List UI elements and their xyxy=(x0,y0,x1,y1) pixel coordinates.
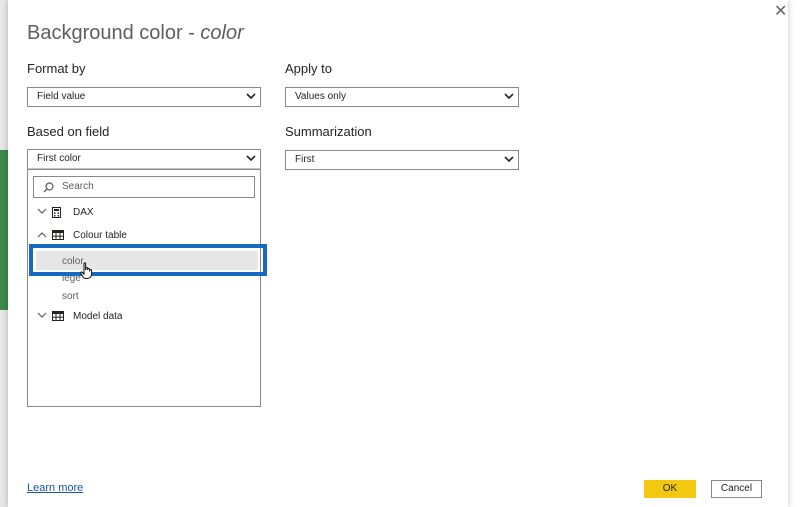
calculator-icon xyxy=(52,207,61,218)
search-placeholder: Search xyxy=(62,181,94,192)
tree-item-label: DAX xyxy=(73,207,94,218)
chevron-down-icon xyxy=(504,93,514,100)
tree-item-colour-table[interactable]: Colour table xyxy=(37,227,237,244)
table-icon xyxy=(52,230,64,240)
format-by-label: Format by xyxy=(27,61,86,76)
dialog-title: Background color - color xyxy=(27,22,244,45)
chevron-down-icon xyxy=(246,155,256,162)
tree-item-label: Colour table xyxy=(73,230,127,241)
search-input[interactable]: Search xyxy=(33,176,255,198)
apply-to-label: Apply to xyxy=(285,61,332,76)
summarization-value: First xyxy=(295,154,315,165)
ok-button[interactable]: OK xyxy=(644,480,696,498)
based-on-field-value: First color xyxy=(37,153,81,164)
summarization-label: Summarization xyxy=(285,124,372,139)
table-icon xyxy=(52,311,64,321)
format-by-value: Field value xyxy=(37,91,86,102)
title-main: Background color - xyxy=(27,22,201,44)
search-icon xyxy=(43,182,54,193)
tree-item-label: Model data xyxy=(73,311,123,322)
title-field: color xyxy=(200,22,244,44)
tree-leaf-sort[interactable]: sort xyxy=(62,291,79,302)
cancel-button[interactable]: Cancel xyxy=(711,480,762,498)
chevron-down-icon xyxy=(37,312,47,318)
chevron-down-icon xyxy=(246,93,256,100)
tree-item-dax[interactable]: DAX xyxy=(37,204,237,221)
summarization-select[interactable]: First xyxy=(285,150,519,170)
apply-to-select[interactable]: Values only xyxy=(285,87,519,107)
close-icon[interactable]: ✕ xyxy=(774,4,787,20)
chevron-down-icon xyxy=(504,156,514,163)
apply-to-value: Values only xyxy=(295,91,346,102)
based-on-field-select[interactable]: First color xyxy=(27,149,261,169)
learn-more-link[interactable]: Learn more xyxy=(27,482,83,494)
chevron-up-icon xyxy=(37,232,47,238)
chevron-down-icon xyxy=(37,208,47,214)
conditional-formatting-dialog: ✕ Background color - color Format by Fie… xyxy=(8,0,788,507)
tree-item-model-data[interactable]: Model data xyxy=(37,308,237,325)
hand-cursor-icon xyxy=(80,262,93,279)
highlight-annotation-box xyxy=(29,244,267,276)
background-report-right xyxy=(787,0,800,507)
format-by-select[interactable]: Field value xyxy=(27,87,261,107)
based-on-field-label: Based on field xyxy=(27,124,110,139)
